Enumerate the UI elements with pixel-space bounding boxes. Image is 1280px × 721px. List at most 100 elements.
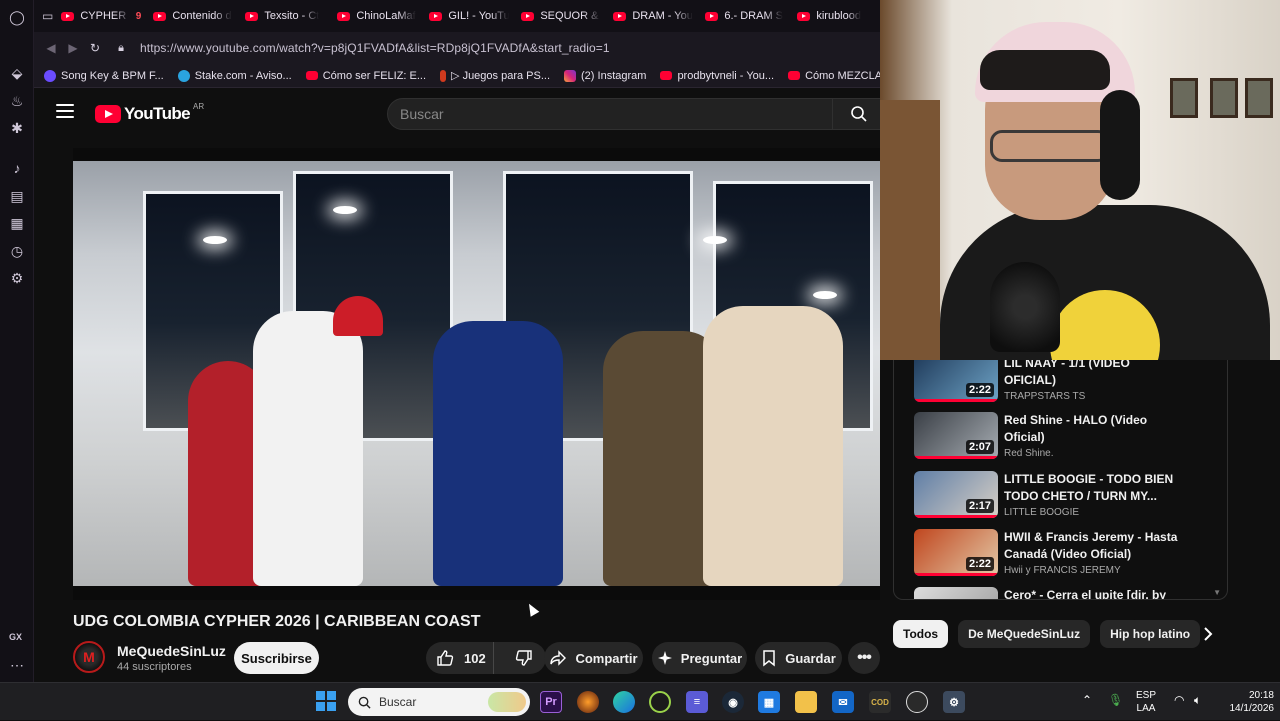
steam-icon[interactable]: ◉ (722, 691, 744, 713)
subscribe-button[interactable]: Suscribirse (234, 642, 319, 674)
chip-hip-hop[interactable]: Hip hop latino (1100, 620, 1201, 648)
ceiling-light (333, 206, 357, 214)
back-button[interactable]: ◀ (40, 41, 62, 55)
instagram-icon (564, 69, 577, 82)
chevron-up-icon[interactable]: ⌃ (1082, 693, 1092, 707)
chip-channel[interactable]: De MeQuedeSinLuz (958, 620, 1091, 648)
video-person (433, 321, 563, 586)
game-launcher-icon[interactable] (577, 691, 599, 713)
webcam-picture-frame (1245, 78, 1273, 118)
webcam-picture-frame (1170, 78, 1198, 118)
opera-logo-icon[interactable]: ◯ (8, 8, 26, 26)
file-explorer-icon[interactable] (795, 691, 817, 713)
tab[interactable]: DRAM - You (609, 3, 697, 29)
url-field[interactable]: https://www.youtube.com/watch?v=p8jQ1FVA… (140, 41, 610, 55)
obs-icon[interactable] (906, 691, 928, 713)
more-actions-button[interactable]: ••• (848, 642, 880, 674)
notes-app-icon[interactable]: ≡ (686, 691, 708, 713)
channel-name[interactable]: MeQuedeSinLuz (117, 643, 226, 659)
webcam-person-glasses (990, 130, 1110, 162)
tab[interactable]: Texsito - Ct (241, 3, 329, 29)
youtube-logo[interactable]: YouTube AR (95, 102, 204, 124)
taskbar-search[interactable]: Buscar (348, 688, 530, 716)
language-indicator[interactable]: ESP LAA (1136, 689, 1156, 715)
reload-button[interactable]: ↻ (84, 41, 106, 55)
lock-icon[interactable]: 🔒︎ (110, 42, 132, 55)
channel-avatar[interactable]: M (73, 641, 105, 673)
edge-icon[interactable] (613, 691, 635, 713)
filter-chips: Todos De MeQuedeSinLuz Hip hop latino (893, 620, 1228, 650)
bookmark-item[interactable]: (2) Instagram (564, 69, 646, 82)
search-button[interactable] (833, 98, 880, 130)
settings-icon[interactable]: ⚙ (8, 269, 26, 287)
playlist-item-title: Cero* - Cerra el upite [dir. by (1004, 588, 1167, 600)
outlook-icon[interactable]: ✉ (832, 691, 854, 713)
clock[interactable]: 20:18 14/1/2026 (1226, 689, 1275, 715)
gx-cleaner-icon[interactable]: ♨ (8, 92, 26, 110)
chevron-right-icon (1204, 627, 1213, 641)
share-button[interactable]: Compartir (544, 642, 643, 674)
tab[interactable]: GIL! - YouTu (425, 3, 513, 29)
save-button[interactable]: Guardar (755, 642, 842, 674)
playlist-item[interactable]: 2:22 HWII & Francis Jeremy - Hasta Canad… (914, 529, 1214, 587)
microsoft-store-icon[interactable]: ▦ (758, 691, 780, 713)
history-icon[interactable]: ◷ (8, 242, 26, 260)
youtube-play-icon (95, 105, 121, 123)
bookmark-item[interactable]: Song Key & BPM F... (44, 69, 164, 82)
bookmarks-icon[interactable]: ▤ (8, 187, 26, 205)
search-highlight-icon (488, 692, 526, 712)
bookmark-item[interactable]: Stake.com - Aviso... (177, 69, 292, 82)
settings-gear-icon[interactable]: ⚙ (943, 691, 965, 713)
music-player-icon[interactable]: ♪ (8, 159, 26, 177)
search-input[interactable]: Buscar (387, 98, 833, 130)
tab[interactable]: Contenido d (149, 3, 237, 29)
playlist-item[interactable]: 2:07 Red Shine - HALO (Video Oficial) Re… (914, 412, 1214, 470)
windows-start-icon[interactable] (316, 691, 336, 711)
ask-button[interactable]: Preguntar (652, 642, 747, 674)
playlist-item[interactable]: 2:22 LIL NAAY - 1/1 (VIDEO OFICIAL) TRAP… (914, 360, 1214, 413)
bookmark-item[interactable]: prodbytvneli - You... (660, 70, 774, 82)
tab[interactable]: ChinoLaMaf (333, 3, 421, 29)
more-options-icon[interactable]: ⋯ (8, 656, 26, 674)
tab-menu-icon[interactable]: ▭ (42, 9, 53, 23)
bookmark-item[interactable]: Cómo MEZCLAR (788, 70, 880, 82)
pinboard-icon[interactable]: ▦ (8, 214, 26, 232)
webcam-overlay (880, 0, 1280, 360)
webcam-headphones (1100, 90, 1140, 200)
chips-next-button[interactable] (1197, 620, 1219, 648)
youtube-favicon-icon (613, 11, 627, 21)
more-horizontal-icon: ••• (857, 649, 872, 666)
twitch-icon[interactable]: ✱ (8, 119, 26, 137)
forward-button[interactable]: ▶ (62, 41, 84, 55)
tab[interactable]: kirublood (793, 3, 880, 29)
microphone-icon[interactable]: 🎙︎ (1108, 693, 1123, 707)
premiere-pro-icon[interactable]: Pr (540, 691, 562, 713)
volume-icon[interactable]: 🔈︎ (1194, 693, 1201, 708)
wifi-icon[interactable]: ◠ (1174, 693, 1184, 707)
youtube-favicon-icon (337, 11, 351, 21)
bookmark-item[interactable]: ▷ Juegos para PS... (440, 69, 550, 82)
bookmark-favicon-icon (44, 69, 56, 82)
tab[interactable]: SEQUOR & V (517, 3, 605, 29)
hamburger-menu-icon[interactable] (56, 104, 74, 118)
webcam-microphone (990, 262, 1060, 352)
like-button[interactable]: 102 (426, 642, 494, 674)
youtube-favicon-icon (429, 11, 443, 21)
playlist-item-title: Red Shine - HALO (Video Oficial) (1004, 413, 1148, 444)
tab[interactable]: 6.- DRAM S (701, 3, 789, 29)
dislike-button[interactable] (502, 649, 546, 667)
playlist-item[interactable]: Cero* - Cerra el upite [dir. by (914, 587, 1214, 600)
tab[interactable]: CYPHER #19 (57, 3, 145, 29)
system-tray: ⌃ 🎙︎ ESP LAA ◠ 🔈︎ 20:18 14/1/2026 (1080, 683, 1280, 721)
gx-label[interactable]: GX (9, 632, 22, 642)
video-player[interactable] (73, 148, 880, 600)
playlist-item[interactable]: 2:17 LITTLE BOOGIE - TODO BIEN TODO CHET… (914, 471, 1214, 529)
webcam-picture-frame (1210, 78, 1238, 118)
chip-all[interactable]: Todos (893, 620, 949, 648)
thumbs-up-icon (437, 650, 454, 666)
call-of-duty-icon[interactable]: COD (869, 691, 891, 713)
scroll-down-icon[interactable]: ▼ (1213, 588, 1221, 597)
opera-gx-icon[interactable] (649, 691, 671, 713)
gx-control-icon[interactable]: ⬙ (8, 64, 26, 82)
bookmark-item[interactable]: Cómo ser FELIZ: E... (305, 70, 426, 82)
